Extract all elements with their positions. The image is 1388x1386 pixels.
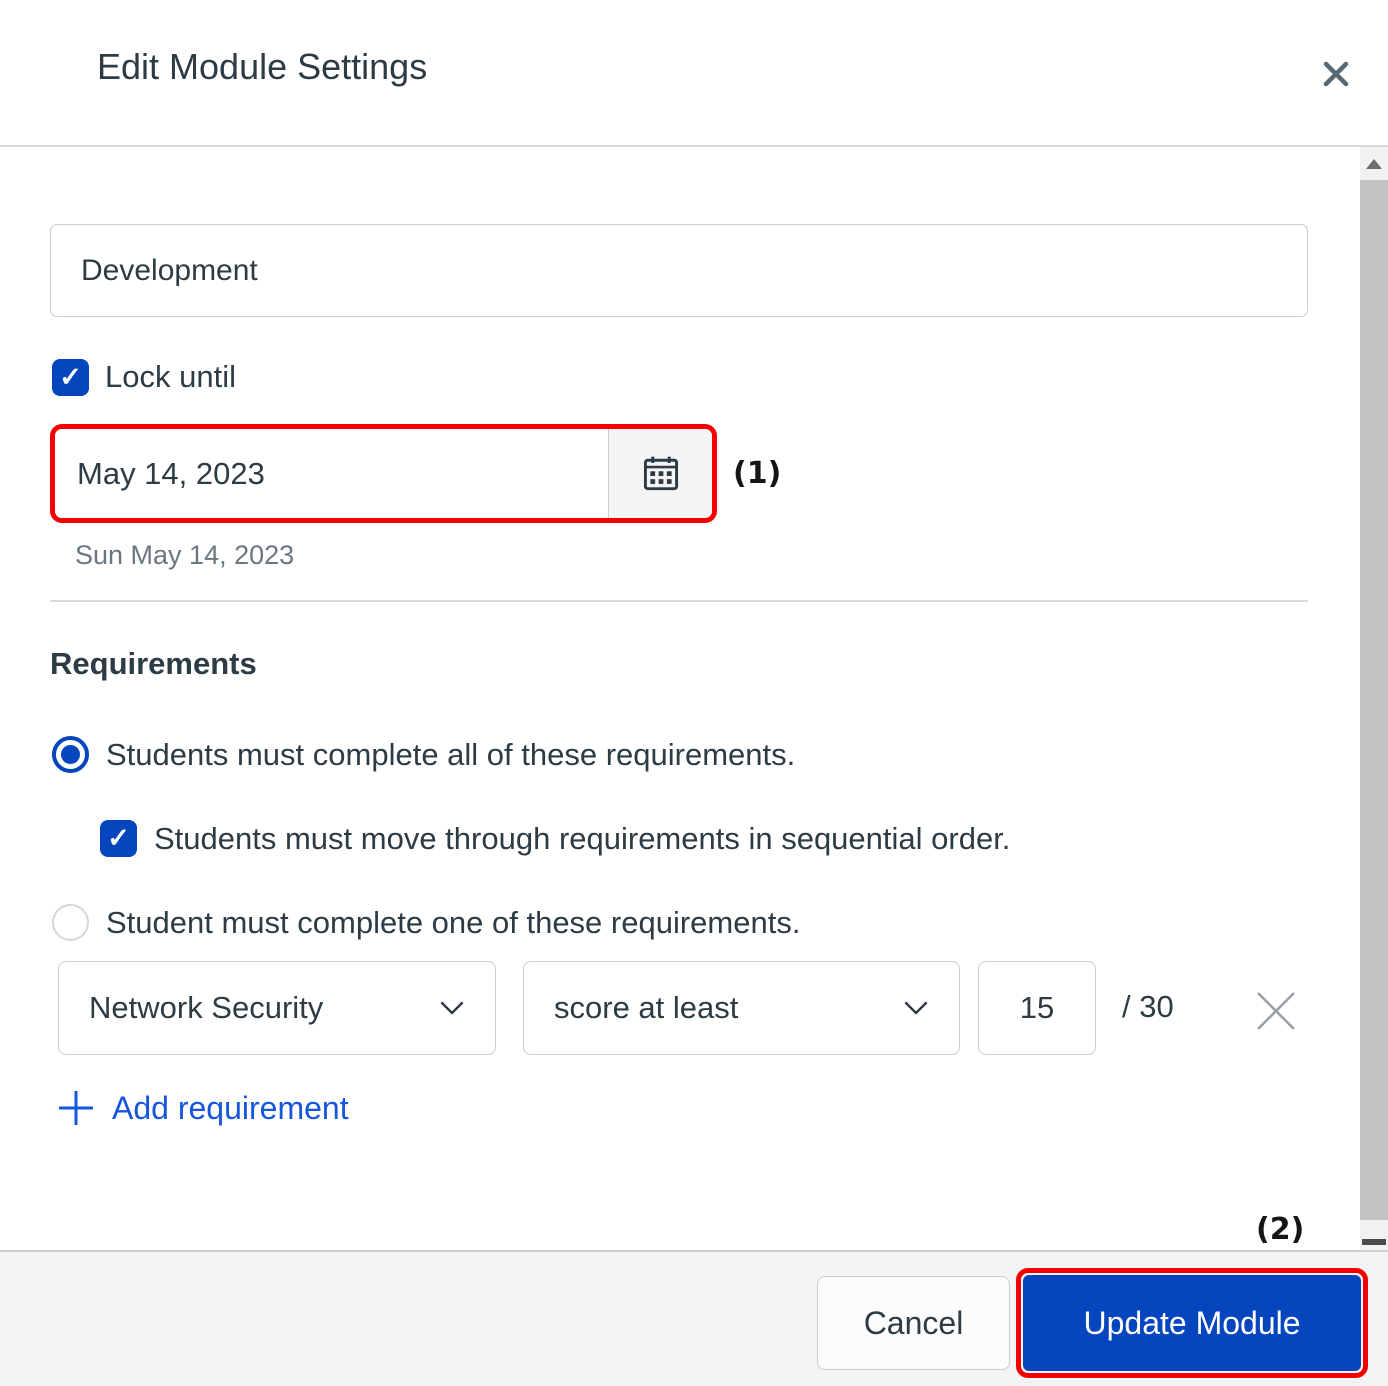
plus-icon [56,1088,96,1128]
date-picker-button[interactable] [608,429,712,518]
annotation-1: (1) [733,456,782,491]
lock-date-highlight [50,424,717,523]
vertical-scrollbar[interactable] [1360,147,1388,1250]
section-divider [50,600,1308,602]
radio-row-complete-one: Student must complete one of these requi… [52,904,800,941]
add-requirement-label: Add requirement [112,1089,349,1126]
points-possible-label: / 30 [1122,989,1174,1024]
arrow-up-icon [1366,158,1382,169]
edit-module-settings-dialog: Edit Module Settings ✓ Lock until [0,0,1388,1386]
remove-requirement-button[interactable] [1248,983,1304,1039]
sequential-order-label: Students must move through requirements … [154,820,1011,856]
module-name-input[interactable] [50,224,1308,317]
lock-date-input[interactable] [55,429,608,518]
add-requirement-link[interactable]: Add requirement [56,1088,349,1128]
close-icon [1319,57,1353,91]
dialog-footer: Cancel Update Module [0,1250,1388,1386]
calendar-icon [639,452,683,496]
lock-until-checkbox[interactable]: ✓ [52,358,89,396]
lock-until-label: Lock until [105,359,236,394]
radio-complete-all-label: Students must complete all of these requ… [106,736,796,772]
requirements-heading: Requirements [50,646,257,681]
close-button[interactable] [1312,50,1360,98]
radio-complete-one[interactable] [52,904,89,941]
scrollbar-up-arrow[interactable] [1360,147,1388,180]
module-item-select-value: Network Security [89,990,324,1025]
page-title: Edit Module Settings [97,46,428,87]
radio-complete-all[interactable] [52,736,89,773]
module-item-select[interactable]: Network Security [58,961,496,1055]
remove-icon [1250,985,1302,1037]
requirement-type-select-value: score at least [554,990,739,1025]
header-divider [0,145,1388,147]
radio-row-complete-all: Students must complete all of these requ… [52,736,795,773]
update-module-highlight: Update Module [1016,1268,1368,1378]
cancel-button[interactable]: Cancel [817,1276,1010,1370]
sequential-order-checkbox[interactable]: ✓ [100,820,137,857]
lock-until-row: ✓ Lock until [52,358,236,396]
radio-complete-one-label: Student must complete one of these requi… [106,904,801,940]
requirement-row: Network Security score at least / 30 [0,961,1388,1055]
checkbox-row-sequential: ✓ Students must move through requirement… [100,820,1010,857]
scrollbar-thumb[interactable] [1360,180,1388,1220]
minimum-score-input[interactable] [978,961,1096,1055]
annotation-2: (2) [1256,1212,1305,1247]
chevron-down-icon [903,1000,929,1016]
date-helper-text: Sun May 14, 2023 [75,540,295,570]
requirement-type-select[interactable]: score at least [523,961,960,1055]
update-module-button[interactable]: Update Module [1023,1275,1361,1371]
chevron-down-icon [439,1000,465,1016]
scrollbar-down-arrow[interactable] [1362,1239,1386,1245]
